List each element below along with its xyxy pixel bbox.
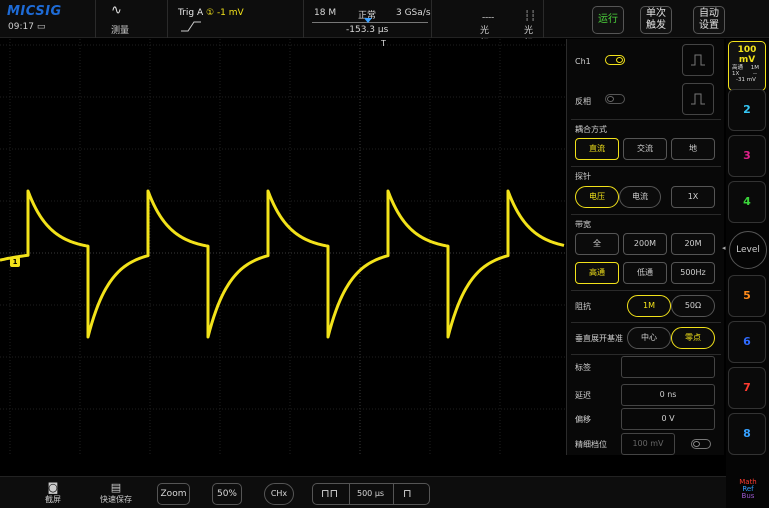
waveform-grid bbox=[0, 39, 565, 462]
filter-highpass-button[interactable]: 高通 bbox=[575, 262, 619, 284]
timebase-decrease-icon[interactable]: ⊓⊓ bbox=[321, 484, 338, 504]
horizontal-cursor-button[interactable]: ╌╌ 光标 bbox=[480, 6, 494, 49]
level-arrow-icon: ◂ bbox=[722, 244, 726, 252]
bw-200m-button[interactable]: 200M bbox=[623, 233, 667, 255]
trigger-info: Trig A ① -1 mV bbox=[178, 8, 244, 18]
bottom-bar: ◙ 截屏 ▤ 快速保存 Zoom 50% CHx ⊓⊓ 500 µs ⊓ bbox=[0, 476, 726, 508]
timebase-increase-icon[interactable]: ⊓ bbox=[403, 484, 412, 504]
fine-scale-field: 100 mV bbox=[621, 433, 675, 455]
coupling-ac-button[interactable]: 交流 bbox=[623, 138, 667, 160]
waveform-display[interactable]: 1 T bbox=[0, 39, 565, 462]
trigger-time-marker[interactable]: T bbox=[381, 39, 389, 48]
coupling-label: 耦合方式 bbox=[575, 125, 607, 134]
measure-label: 测量 bbox=[111, 26, 130, 36]
math-ref-bus-button[interactable]: Math Ref Bus bbox=[735, 479, 761, 500]
invert-preview-box bbox=[682, 83, 714, 115]
square-wave-icon bbox=[691, 54, 705, 66]
chx-button[interactable]: CHx bbox=[264, 483, 294, 505]
ch1-offset-marker[interactable]: 1 bbox=[10, 257, 20, 267]
channel-column: 100 mV 高通 1M 1X -- -31 mV 2 3 4 ◂ Level … bbox=[722, 39, 769, 508]
coupling-gnd-button[interactable]: 地 bbox=[671, 138, 715, 160]
horizontal-position: -153.3 µs bbox=[346, 25, 389, 35]
camera-icon: ◙ bbox=[47, 481, 59, 494]
probe-voltage-button[interactable]: 电压 bbox=[575, 186, 619, 208]
measure-button[interactable]: ∿ 测量 bbox=[96, 0, 168, 38]
impedance-50ohm-button[interactable]: 50Ω bbox=[671, 295, 715, 317]
expand-ref-label: 垂直展开基准 bbox=[575, 334, 623, 343]
ch1-label: Ch1 bbox=[575, 57, 591, 66]
timebase-value: 500 µs bbox=[357, 489, 385, 498]
ch2-button[interactable]: 2 bbox=[728, 89, 766, 131]
impedance-1m-button[interactable]: 1M bbox=[627, 295, 671, 317]
tag-label: 标签 bbox=[575, 363, 591, 372]
ch6-button[interactable]: 6 bbox=[728, 321, 766, 363]
coupling-dc-button[interactable]: 直流 bbox=[575, 138, 619, 160]
expand-zero-button[interactable]: 零点 bbox=[671, 327, 715, 349]
delay-field[interactable]: 0 ns bbox=[621, 384, 715, 406]
status-cell bbox=[0, 0, 96, 38]
probe-ratio-button[interactable]: 1X bbox=[671, 186, 715, 208]
run-stop-button[interactable]: 运行 bbox=[592, 6, 624, 34]
delay-label: 延迟 bbox=[575, 391, 591, 400]
rising-edge-icon bbox=[181, 21, 201, 32]
expand-center-button[interactable]: 中心 bbox=[627, 327, 671, 349]
single-trigger-button[interactable]: 单次 触发 bbox=[640, 6, 672, 34]
ch5-button[interactable]: 5 bbox=[728, 275, 766, 317]
trigger-position-marker bbox=[364, 18, 372, 23]
screenshot-button[interactable]: ◙ 截屏 bbox=[38, 481, 68, 505]
level-knob-button[interactable]: Level bbox=[729, 231, 767, 269]
ch1-preview-box bbox=[682, 44, 714, 76]
percent-button[interactable]: 50% bbox=[212, 483, 242, 505]
offset-field[interactable]: 0 V bbox=[621, 408, 715, 430]
ch8-button[interactable]: 8 bbox=[728, 413, 766, 455]
quick-save-button[interactable]: ▤ 快速保存 bbox=[96, 481, 136, 505]
ch3-button[interactable]: 3 bbox=[728, 135, 766, 177]
channel-settings-panel: Ch1 反相 耦合方式 直流 交流 地 探针 电压 电流 1X 带宽 全 200… bbox=[566, 39, 724, 455]
ch1-scale-button[interactable]: 100 mV 高通 1M 1X -- -31 mV bbox=[728, 41, 766, 91]
bw-20m-button[interactable]: 20M bbox=[671, 233, 715, 255]
bandwidth-label: 带宽 bbox=[575, 220, 591, 229]
top-bar: MICSIG 09:17 ▭ ∿ 测量 Trig A ① -1 mV 18 M … bbox=[0, 0, 769, 49]
save-icon: ▤ bbox=[110, 481, 122, 494]
fine-scale-label: 精细档位 bbox=[575, 440, 607, 449]
ch1-scale: 100 mV bbox=[737, 45, 757, 65]
invert-label: 反相 bbox=[575, 97, 591, 106]
vertical-cursor-icon: ┆┆ bbox=[524, 11, 537, 22]
probe-label: 探针 bbox=[575, 172, 591, 181]
trigger-panel[interactable]: Trig A ① -1 mV bbox=[168, 0, 304, 38]
filter-freq-button[interactable]: 500Hz bbox=[671, 262, 715, 284]
ch4-button[interactable]: 4 bbox=[728, 181, 766, 223]
ch1-toggle[interactable] bbox=[605, 55, 625, 65]
ch1-waveform-trace bbox=[0, 189, 565, 339]
ch7-button[interactable]: 7 bbox=[728, 367, 766, 409]
probe-current-button[interactable]: 电流 bbox=[619, 186, 661, 208]
impedance-label: 阻抗 bbox=[575, 302, 591, 311]
acquisition-panel[interactable]: 18 M 正常 3 GSa/s -153.3 µs bbox=[304, 0, 432, 38]
zoom-button[interactable]: Zoom bbox=[157, 483, 190, 505]
cursor-panel: ╌╌ 光标 ┆┆ 光标 bbox=[432, 0, 544, 49]
memory-depth: 18 M bbox=[314, 8, 337, 18]
sample-rate: 3 GSa/s bbox=[396, 8, 431, 18]
invert-toggle[interactable] bbox=[605, 94, 625, 104]
square-wave-icon bbox=[691, 93, 705, 105]
auto-setup-button[interactable]: 自动 设置 bbox=[693, 6, 725, 34]
vertical-cursor-button[interactable]: ┆┆ 光标 bbox=[524, 4, 537, 49]
timebase-control[interactable]: ⊓⊓ 500 µs ⊓ bbox=[312, 483, 430, 505]
tag-field[interactable] bbox=[621, 356, 715, 378]
measure-wave-icon: ∿ bbox=[111, 3, 122, 18]
ch1-offset: -31 mV bbox=[736, 77, 756, 83]
filter-lowpass-button[interactable]: 低通 bbox=[623, 262, 667, 284]
bw-full-button[interactable]: 全 bbox=[575, 233, 619, 255]
offset-label: 偏移 bbox=[575, 415, 591, 424]
fine-scale-toggle[interactable] bbox=[691, 439, 711, 449]
